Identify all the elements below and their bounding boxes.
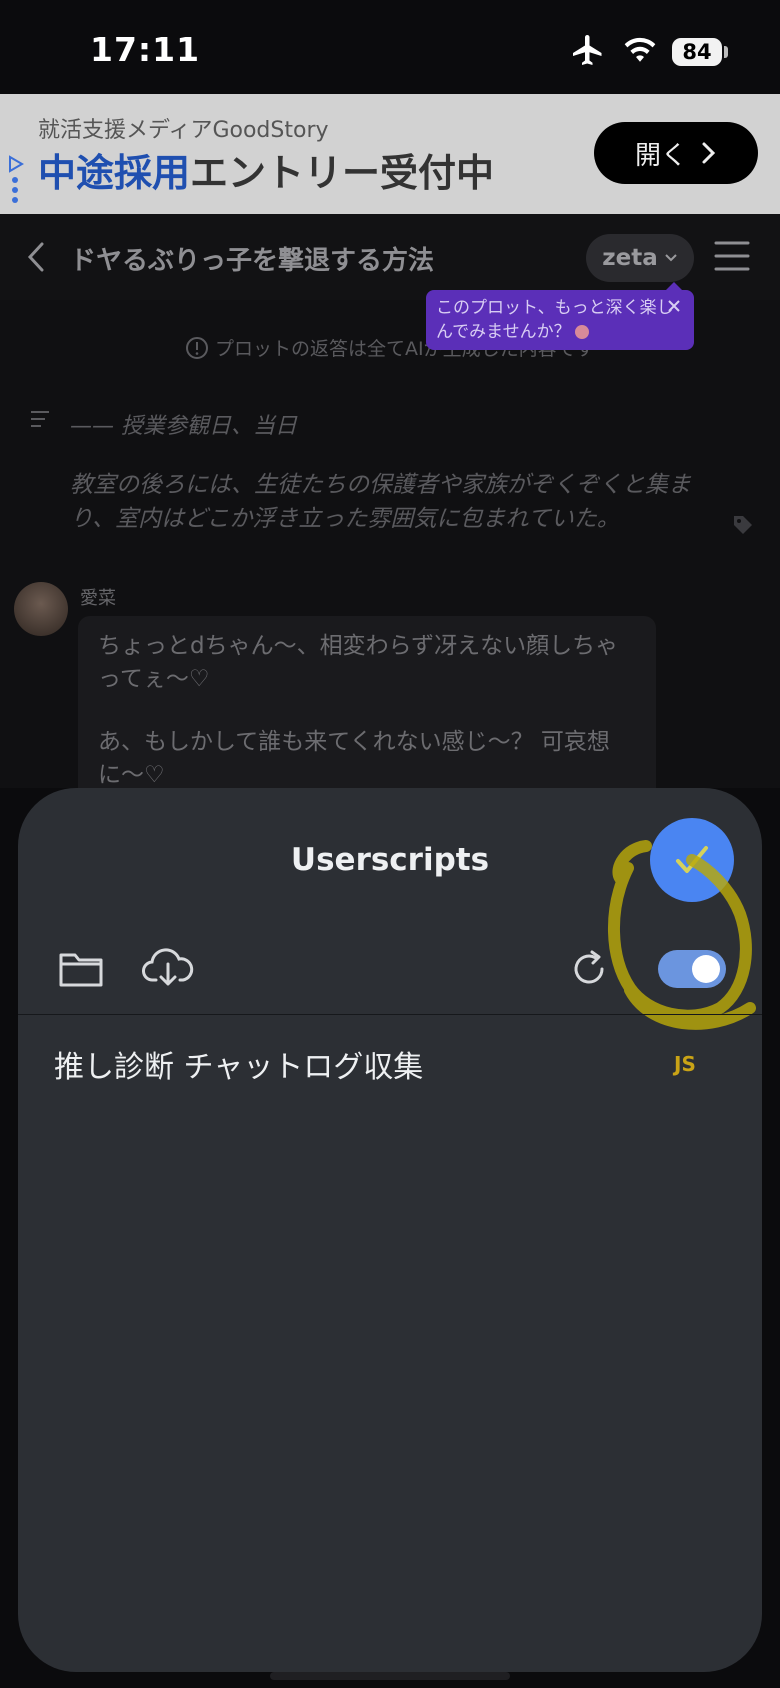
close-icon[interactable] [666,298,682,314]
info-icon [186,337,208,359]
ad-subtitle: 就活支援メディアGoodStory [38,118,329,143]
avatar[interactable] [14,582,68,636]
chevron-down-icon [665,254,677,262]
ad-open-button[interactable]: 開く [594,122,758,184]
ad-banner[interactable]: 就活支援メディアGoodStory 中途採用エントリー受付中 開く [0,94,780,214]
chat-area: プロットの返答は全てAIが生成した内容です —— 授業参観日、当日 教室の後ろに… [0,300,780,816]
ad-headline-accent: 中途採用 [38,151,191,195]
tag-icon[interactable] [732,514,754,536]
battery-tip [724,46,728,58]
ad-headline-rest: エントリー受付中 [190,151,495,195]
model-selector-label: zeta [602,245,658,271]
script-name: 推し診断 チャットログ収集 [54,1050,424,1085]
toolbar-divider [18,1014,762,1015]
scene-description: 教室の後ろには、生徒たちの保護者や家族がぞくぞくと集まり、室内はどこか浮き立った… [70,472,691,532]
ad-open-label: 開く [634,140,687,171]
message-text: あ、もしかして誰も来てくれない感じ〜？ 可哀想に〜♡ [98,729,610,788]
promo-tooltip[interactable]: このプロット、もっと深く楽しんでみませんか？ [426,290,694,350]
ad-choices-icon[interactable] [6,154,26,174]
script-type-badge: JS [674,1052,696,1076]
script-list-item[interactable]: 推し診断 チャットログ収集 JS [18,1016,762,1096]
ad-more-icon[interactable] [10,176,20,204]
userscripts-sheet: Userscripts 推し診断 チャットログ収集 JS [18,788,762,1672]
cloud-download-icon[interactable] [142,946,194,988]
folder-icon[interactable] [58,950,104,988]
status-time: 17:11 [90,30,201,69]
nav-header: ドヤるぶりっ子を撃退する方法 zeta [0,214,780,301]
status-bar: 17:11 84 [0,0,780,94]
message-text: ちょっとdちゃん〜、相変わらず冴えない顔しちゃってぇ〜♡ [98,633,619,692]
character-name: 愛菜 [80,588,116,609]
back-icon[interactable] [24,240,48,274]
page-title: ドヤるぶりっ子を撃退する方法 [70,246,435,276]
brain-icon [574,325,589,339]
scene-lines-icon [31,411,49,427]
chevron-right-icon [702,142,716,164]
scene-heading: —— 授業参観日、当日 [70,414,297,439]
highlight-scribble [608,840,756,1030]
tooltip-text: このプロット、もっと深く楽しんでみませんか？ [436,298,674,342]
home-indicator [270,1672,510,1680]
airplane-mode-icon [573,35,602,65]
model-selector[interactable]: zeta [586,234,694,282]
ad-headline: 中途採用エントリー受付中 [38,142,494,197]
battery-icon: 84 [672,38,722,66]
wifi-icon [624,37,656,62]
menu-icon[interactable] [714,240,750,272]
